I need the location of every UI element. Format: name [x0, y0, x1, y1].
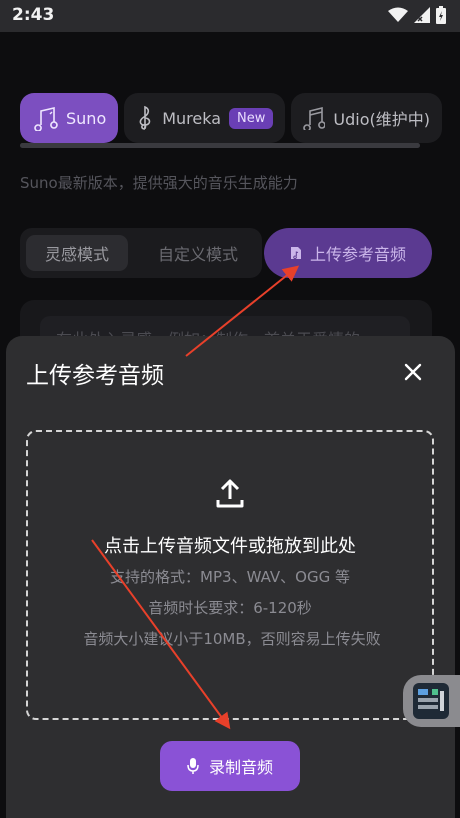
- new-badge: New: [229, 107, 274, 129]
- supported-formats-text: 支持的格式：MP3、WAV、OGG 等: [110, 568, 350, 586]
- music-note-icon: [34, 106, 58, 131]
- treble-clef-icon: [139, 105, 151, 130]
- model-selector: Suno Mureka New Udio(维护中): [20, 93, 442, 143]
- microphone-icon: [187, 758, 199, 774]
- model-tab-mureka[interactable]: Mureka New: [124, 93, 286, 143]
- model-scrollbar-thumb[interactable]: [20, 143, 420, 148]
- audio-dropzone[interactable]: 点击上传音频文件或拖放到此处 支持的格式：MP3、WAV、OGG 等 音频时长要…: [26, 430, 434, 720]
- wifi-icon: [388, 7, 408, 22]
- sheet-title: 上传参考音频: [26, 363, 164, 389]
- status-time: 2:43: [12, 5, 55, 25]
- mode-tabs: 灵感模式 自定义模式: [20, 228, 262, 278]
- status-bar: 2:43: [0, 0, 460, 32]
- file-audio-icon: [290, 247, 301, 260]
- tab-custom-mode[interactable]: 自定义模式: [140, 235, 256, 271]
- floating-assistant-widget[interactable]: [403, 675, 460, 727]
- widget-grid-icon: [418, 689, 444, 711]
- music-note-icon: [303, 106, 326, 130]
- signal-icon: [414, 7, 430, 23]
- dropzone-instruction: 点击上传音频文件或拖放到此处: [104, 536, 356, 557]
- model-tab-label: Mureka: [162, 108, 222, 128]
- floating-widget-icon: [413, 683, 449, 719]
- upload-reference-label: 上传参考音频: [309, 245, 406, 264]
- tab-inspiration-mode[interactable]: 灵感模式: [26, 235, 128, 271]
- model-tab-udio[interactable]: Udio(维护中): [291, 93, 442, 143]
- model-description: Suno最新版本，提供强大的音乐生成能力: [20, 174, 298, 192]
- upload-sheet: 上传参考音频 点击上传音频文件或拖放到此处 支持的格式：MP3、WAV、OGG …: [6, 336, 455, 818]
- size-note-text: 音频大小建议小于10MB，否则容易上传失败: [83, 630, 381, 648]
- model-tab-label: Suno: [66, 108, 107, 128]
- record-audio-label: 录制音频: [208, 758, 273, 777]
- record-audio-button[interactable]: 录制音频: [160, 741, 300, 791]
- status-icons: [388, 6, 446, 24]
- close-icon[interactable]: [401, 360, 425, 384]
- upload-reference-button[interactable]: 上传参考音频: [264, 228, 432, 278]
- model-tab-suno[interactable]: Suno: [20, 93, 119, 143]
- model-tab-label: Udio(维护中): [333, 110, 430, 129]
- upload-icon: [216, 479, 244, 508]
- duration-requirement-text: 音频时长要求：6-120秒: [148, 599, 312, 617]
- battery-charging-icon: [436, 6, 446, 24]
- model-scrollbar[interactable]: [20, 143, 420, 148]
